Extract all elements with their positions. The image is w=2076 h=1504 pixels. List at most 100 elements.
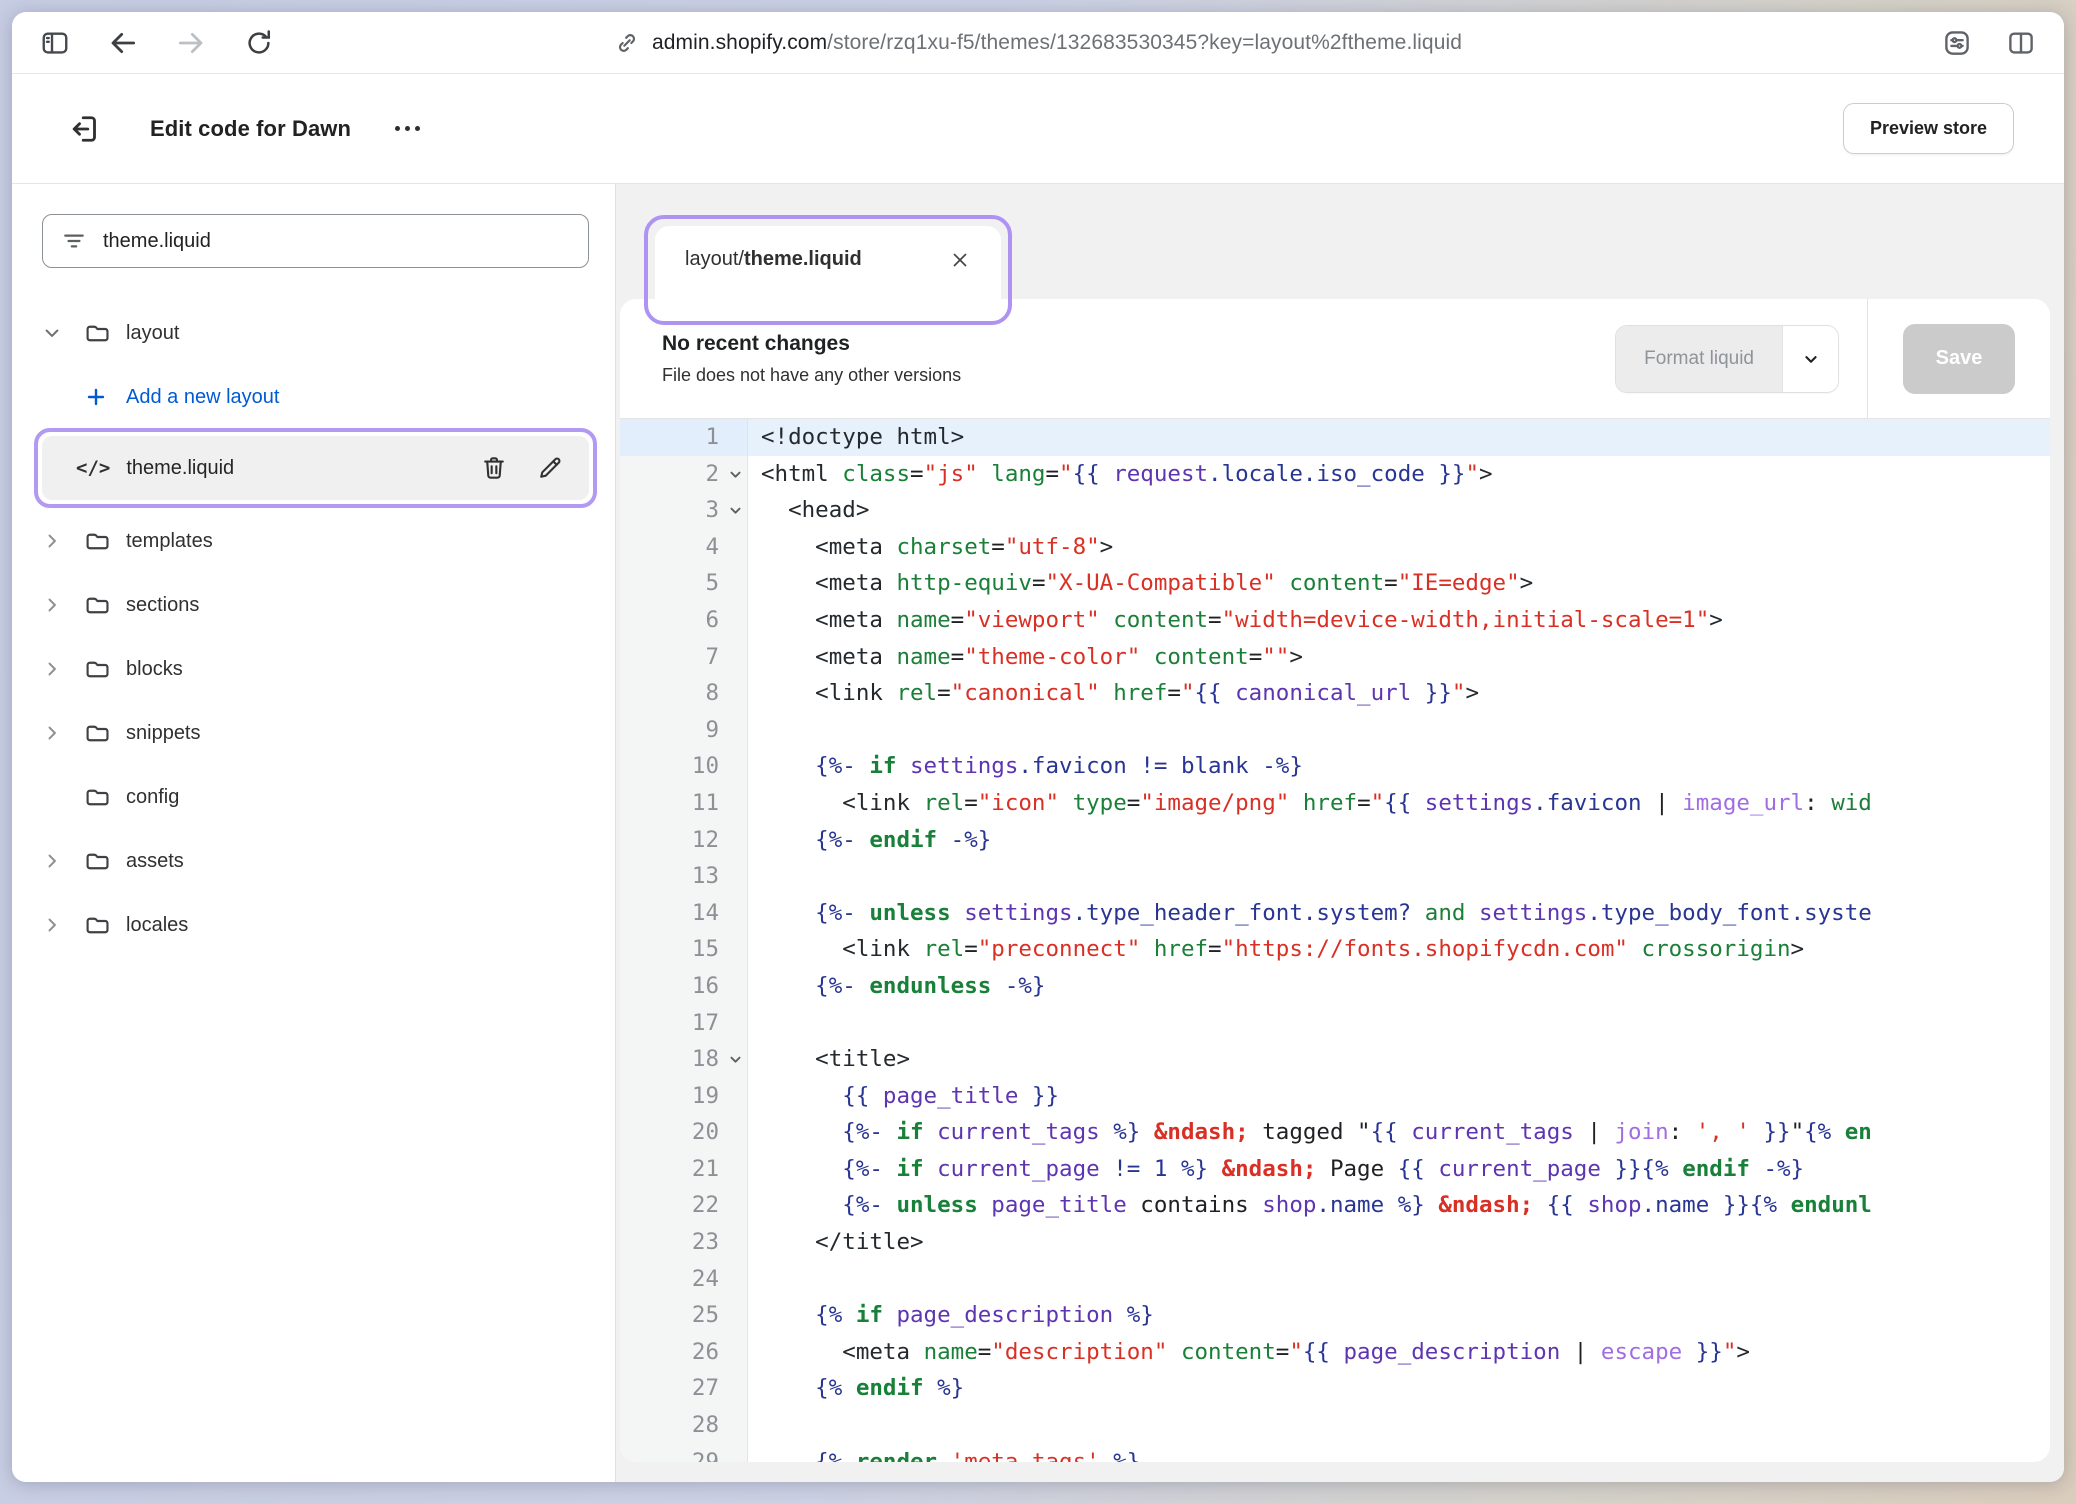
- tree-folder-label: sections: [126, 594, 199, 617]
- tree-folder-locales[interactable]: locales: [42, 900, 589, 950]
- link-icon: [614, 30, 640, 56]
- code-line-19[interactable]: 19 {{ page_title }}: [620, 1078, 2050, 1115]
- tree-file-theme-liquid[interactable]: </>theme.liquid: [42, 436, 589, 500]
- more-actions-icon[interactable]: [391, 118, 424, 139]
- fold-toggle-icon[interactable]: [728, 1052, 743, 1067]
- line-number: 5: [620, 565, 748, 602]
- tree-folder-snippets[interactable]: snippets: [42, 708, 589, 758]
- code-line-content: {%- if settings.favicon != blank -%}: [748, 748, 2050, 785]
- file-search-box[interactable]: [42, 214, 589, 268]
- code-line-9[interactable]: 9: [620, 712, 2050, 749]
- tab-close-icon[interactable]: [945, 245, 975, 275]
- tree-folder-config[interactable]: config: [42, 772, 589, 822]
- code-line-23[interactable]: 23 </title>: [620, 1224, 2050, 1261]
- code-line-26[interactable]: 26 <meta name="description" content="{{ …: [620, 1334, 2050, 1371]
- tree-folder-assets[interactable]: assets: [42, 836, 589, 886]
- code-line-14[interactable]: 14 {%- unless settings.type_header_font.…: [620, 895, 2050, 932]
- fold-toggle-icon[interactable]: [728, 467, 743, 482]
- chevron-down-icon[interactable]: [42, 323, 84, 343]
- code-line-17[interactable]: 17: [620, 1005, 2050, 1042]
- tree-folder-blocks[interactable]: blocks: [42, 644, 589, 694]
- code-line-29[interactable]: 29 {% render 'meta-tags' %}: [620, 1444, 2050, 1462]
- code-line-18[interactable]: 18 <title>: [620, 1041, 2050, 1078]
- code-line-content: {%- unless settings.type_header_font.sys…: [748, 895, 2050, 932]
- line-number: 21: [620, 1151, 748, 1188]
- line-number: 8: [620, 675, 748, 712]
- plus-icon: [84, 385, 126, 409]
- tree-folder-sections[interactable]: sections: [42, 580, 589, 630]
- chevron-right-icon[interactable]: [42, 659, 84, 679]
- code-line-content: [748, 1407, 2050, 1444]
- tab-file-label: theme.liquid: [744, 248, 862, 271]
- line-number: 29: [620, 1444, 748, 1462]
- folder-icon: [84, 784, 126, 811]
- chevron-right-icon[interactable]: [42, 915, 84, 935]
- code-line-13[interactable]: 13: [620, 858, 2050, 895]
- folder-icon: [84, 320, 126, 347]
- exit-editor-icon[interactable]: [64, 109, 104, 149]
- code-line-content: {%- if current_tags %} &ndash; tagged "{…: [748, 1114, 2050, 1151]
- add-new-layout-link[interactable]: Add a new layout: [42, 372, 589, 422]
- code-line-20[interactable]: 20 {%- if current_tags %} &ndash; tagged…: [620, 1114, 2050, 1151]
- tree-folder-label: config: [126, 786, 179, 809]
- filter-icon: [61, 228, 87, 254]
- code-file-icon: </>: [76, 457, 110, 479]
- split-view-icon[interactable]: [2004, 26, 2038, 60]
- code-line-content: {{ page_title }}: [748, 1078, 2050, 1115]
- tree-folder-label: assets: [126, 850, 184, 873]
- line-number: 9: [620, 712, 748, 749]
- search-input[interactable]: [103, 230, 570, 253]
- line-number: 15: [620, 931, 748, 968]
- format-liquid-button[interactable]: Format liquid: [1616, 326, 1782, 392]
- code-line-16[interactable]: 16 {%- endunless -%}: [620, 968, 2050, 1005]
- chevron-right-icon[interactable]: [42, 851, 84, 871]
- chevron-right-icon[interactable]: [42, 531, 84, 551]
- code-line-8[interactable]: 8 <link rel="canonical" href="{{ canonic…: [620, 675, 2050, 712]
- code-line-22[interactable]: 22 {%- unless page_title contains shop.n…: [620, 1187, 2050, 1224]
- line-number: 16: [620, 968, 748, 1005]
- code-line-24[interactable]: 24: [620, 1261, 2050, 1298]
- tab-folder-label: layout/: [685, 248, 744, 271]
- code-line-28[interactable]: 28: [620, 1407, 2050, 1444]
- format-dropdown-caret-icon[interactable]: [1782, 326, 1838, 392]
- code-line-1[interactable]: 1<!doctype html>: [620, 419, 2050, 456]
- chevron-right-icon[interactable]: [42, 723, 84, 743]
- tab-theme-liquid[interactable]: layout/theme.liquid: [655, 226, 1001, 299]
- reload-icon[interactable]: [242, 26, 276, 60]
- line-number: 7: [620, 639, 748, 676]
- forward-icon[interactable]: [174, 26, 208, 60]
- line-number: 13: [620, 858, 748, 895]
- line-number: 28: [620, 1407, 748, 1444]
- line-number: 20: [620, 1114, 748, 1151]
- code-line-21[interactable]: 21 {%- if current_page != 1 %} &ndash; P…: [620, 1151, 2050, 1188]
- code-editor[interactable]: 1<!doctype html>2<html class="js" lang="…: [620, 419, 2050, 1462]
- url-field[interactable]: admin.shopify.com/store/rzq1xu-f5/themes…: [652, 31, 1462, 55]
- delete-file-icon[interactable]: [479, 453, 509, 483]
- code-line-2[interactable]: 2<html class="js" lang="{{ request.local…: [620, 456, 2050, 493]
- code-line-7[interactable]: 7 <meta name="theme-color" content="">: [620, 639, 2050, 676]
- code-line-12[interactable]: 12 {%- endif -%}: [620, 822, 2050, 859]
- code-line-27[interactable]: 27 {% endif %}: [620, 1370, 2050, 1407]
- preview-store-button[interactable]: Preview store: [1843, 103, 2014, 154]
- line-number: 3: [620, 492, 748, 529]
- tree-folder-templates[interactable]: templates: [42, 516, 589, 566]
- rename-file-icon[interactable]: [535, 453, 565, 483]
- file-tree: layout Add a new layout </>theme.liquid tem…: [42, 308, 589, 950]
- back-icon[interactable]: [106, 26, 140, 60]
- tree-folder-layout[interactable]: layout: [42, 308, 589, 358]
- folder-icon: [84, 528, 126, 555]
- code-line-6[interactable]: 6 <meta name="viewport" content="width=d…: [620, 602, 2050, 639]
- fold-toggle-icon[interactable]: [728, 503, 743, 518]
- browser-sidebar-toggle-icon[interactable]: [38, 26, 72, 60]
- code-line-25[interactable]: 25 {% if page_description %}: [620, 1297, 2050, 1334]
- code-line-4[interactable]: 4 <meta charset="utf-8">: [620, 529, 2050, 566]
- code-line-5[interactable]: 5 <meta http-equiv="X-UA-Compatible" con…: [620, 565, 2050, 602]
- code-line-3[interactable]: 3 <head>: [620, 492, 2050, 529]
- code-line-10[interactable]: 10 {%- if settings.favicon != blank -%}: [620, 748, 2050, 785]
- chevron-right-icon[interactable]: [42, 595, 84, 615]
- code-line-11[interactable]: 11 <link rel="icon" type="image/png" hre…: [620, 785, 2050, 822]
- save-button[interactable]: Save: [1903, 324, 2015, 394]
- code-line-15[interactable]: 15 <link rel="preconnect" href="https://…: [620, 931, 2050, 968]
- browser-settings-icon[interactable]: [1940, 26, 1974, 60]
- code-line-content: [748, 1261, 2050, 1298]
